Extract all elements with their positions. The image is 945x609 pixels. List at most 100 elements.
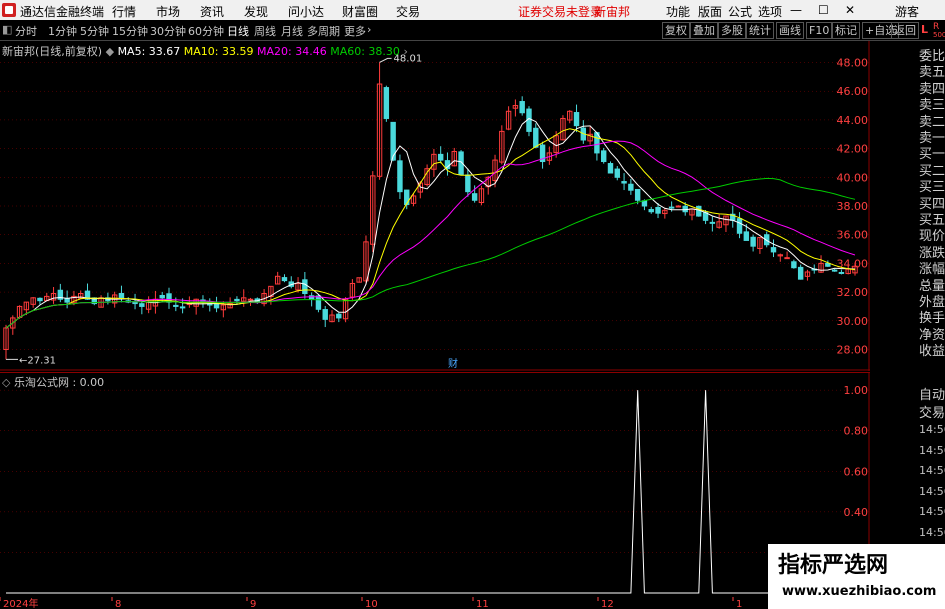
candle <box>526 106 532 137</box>
tab-period-2[interactable]: 5分钟 <box>80 23 109 39</box>
candle <box>370 171 376 252</box>
candle-body <box>791 261 797 269</box>
candle-body <box>709 221 716 224</box>
candle-body <box>437 153 444 161</box>
menu-item-discover[interactable]: 发现 <box>244 3 268 20</box>
candle-body <box>302 279 308 295</box>
candle-body <box>641 200 648 207</box>
candle-body <box>159 294 165 299</box>
menu-item-function[interactable]: 功能 <box>666 3 690 20</box>
toolbar-collapse-icon[interactable]: ◧ <box>2 23 12 36</box>
x-tick-label: 2024年 <box>3 597 38 609</box>
candle <box>791 259 797 269</box>
sub-chart-title: 乐淘公式网 : 0.00 <box>13 376 105 389</box>
more-dropdown-icon[interactable]: › <box>367 23 371 36</box>
candle <box>675 205 682 208</box>
candle-body <box>247 298 254 301</box>
tab-period-8[interactable]: 月线 <box>281 23 303 39</box>
candle <box>614 166 620 181</box>
app-title: 通达信金融终端 <box>20 5 105 19</box>
candle <box>736 212 743 239</box>
button-f10[interactable]: F10 <box>806 22 833 39</box>
tab-period-4[interactable]: 30分钟 <box>150 23 186 39</box>
quote-sidebar: 委比 卖五 卖四 卖三 卖二 卖一 买一 买二 买三 买四 买五 现价 涨跌 涨幅 总量 外盘 换手 净资 收益 自动… <box>917 41 945 609</box>
tab-period-6[interactable]: 日线 <box>227 23 249 39</box>
menu-item-hangqing[interactable]: 行情 <box>112 3 136 20</box>
candle-body <box>281 277 288 282</box>
sub-indicator-chart[interactable]: 1.000.800.600.400.200.47 <box>0 372 870 597</box>
candle <box>797 264 804 280</box>
menu-item-market[interactable]: 市场 <box>156 3 180 20</box>
menu-item-news[interactable]: 资讯 <box>200 3 224 20</box>
candle <box>784 251 790 260</box>
maximize-icon[interactable]: ☐ <box>818 3 829 17</box>
candle-body <box>336 313 342 319</box>
tab-period-9[interactable]: 多周期 <box>307 23 340 39</box>
candle-body <box>465 174 471 193</box>
tab-period-1[interactable]: 1分钟 <box>48 23 77 39</box>
tab-period-10[interactable]: 更多 <box>344 23 366 39</box>
low-price-label: ←27.31 <box>19 355 56 366</box>
candle-body <box>648 209 654 213</box>
button-stats[interactable]: 统计 <box>746 22 774 39</box>
menu-item-layout[interactable]: 版面 <box>698 3 722 20</box>
candle <box>750 234 756 252</box>
x-tick-label: 10 <box>365 599 378 609</box>
y-tick-label: 40.00 <box>837 171 869 184</box>
close-icon[interactable]: ✕ <box>845 3 855 17</box>
candle <box>44 292 50 302</box>
ma5-label: MA5: 33.67 <box>117 45 181 58</box>
stock-name: 新宙邦 <box>594 5 631 19</box>
tab-period-5[interactable]: 60分钟 <box>188 23 224 39</box>
candle <box>560 115 566 141</box>
button-draw[interactable]: 画线 <box>776 22 804 39</box>
tab-period-7[interactable]: 周线 <box>254 23 276 39</box>
main-kline-chart[interactable]: 48.0046.0044.0042.0040.0038.0036.0034.00… <box>0 41 870 371</box>
candle-body <box>213 303 220 309</box>
button-multistock[interactable]: 多股 <box>718 22 746 39</box>
candle-body <box>607 163 614 174</box>
sidebar-time-5: 14:56 <box>919 525 945 539</box>
button-back[interactable]: 返回 <box>891 22 919 39</box>
candle <box>757 237 763 254</box>
tab-period-0[interactable]: 分时 <box>15 23 37 39</box>
menubar: 通达信金融终端 行情 市场 资讯 发现 问小达 财富圈 交易 证券交易未登录 新… <box>0 0 945 20</box>
menu-item-trade[interactable]: 交易 <box>396 3 420 20</box>
sidebar-item-18: 收益 <box>919 344 945 360</box>
candle <box>505 106 512 131</box>
y-tick-label: 36.00 <box>837 229 869 242</box>
info-gear-icon[interactable]: ◆ <box>106 45 114 58</box>
corner-l: L <box>921 23 929 36</box>
candle-body <box>179 306 186 309</box>
menu-item-options[interactable]: 选项 <box>758 3 782 20</box>
minimize-icon[interactable]: — <box>790 3 802 17</box>
user-label[interactable]: 游客 <box>895 3 919 20</box>
candle <box>444 152 451 176</box>
candle <box>376 62 383 180</box>
ma5-line <box>5 117 856 329</box>
menu-item-wealth[interactable]: 财富圈 <box>342 3 378 20</box>
button-adjust[interactable]: 复权 <box>662 22 690 39</box>
sub-gear-icon[interactable]: ◇ <box>2 376 10 389</box>
candle <box>662 208 668 219</box>
menu-item-ask[interactable]: 问小达 <box>288 3 324 20</box>
button-overlay[interactable]: 叠加 <box>690 22 718 39</box>
menu-item-formula[interactable]: 公式 <box>728 3 752 20</box>
expand-arrow-icon[interactable]: › <box>403 45 407 58</box>
y-tick-label: 42.00 <box>837 143 869 156</box>
candle <box>50 287 57 304</box>
candle <box>57 283 64 303</box>
candle <box>397 154 403 199</box>
candle <box>98 295 104 308</box>
candle-body <box>614 168 620 178</box>
sidebar-sub-item-1: 交易 <box>919 406 945 421</box>
candle-body <box>519 101 525 114</box>
login-warning[interactable]: 证券交易未登录 <box>518 3 602 20</box>
candle-body <box>173 304 179 307</box>
candle <box>628 178 634 195</box>
candle-body <box>573 112 580 127</box>
tab-period-3[interactable]: 15分钟 <box>112 23 148 39</box>
candle <box>118 285 125 303</box>
x-tick-label: 1 <box>736 599 742 609</box>
button-mark[interactable]: 标记 <box>832 22 860 39</box>
